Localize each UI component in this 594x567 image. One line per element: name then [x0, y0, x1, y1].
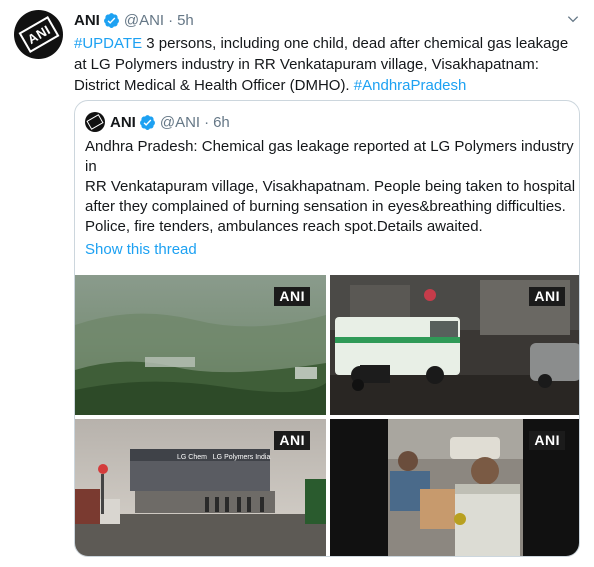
caret-down-icon[interactable] — [566, 12, 580, 26]
quoted-avatar — [85, 112, 105, 132]
quoted-text-line: in — [85, 158, 97, 175]
quoted-tweet-header: ANI @ANI · 6h — [85, 111, 230, 133]
quoted-tweet-text: Andhra Pradesh: Chemical gas leakage rep… — [85, 137, 575, 237]
media-photo-officer[interactable]: ANI — [330, 419, 579, 556]
quoted-tweet[interactable]: ANI @ANI · 6h Andhra Pradesh: Chemical g… — [74, 100, 580, 557]
timestamp[interactable]: 5h — [177, 12, 194, 29]
quoted-author-handle: @ANI — [159, 113, 201, 131]
hashtag-andhrapradesh[interactable]: #AndhraPradesh — [354, 77, 467, 94]
tweet-text: #UPDATE 3 persons, including one child, … — [74, 33, 580, 96]
separator-dot: · — [168, 11, 174, 29]
ani-watermark: ANI — [274, 431, 310, 450]
quoted-text-line: after they complained of burning sensati… — [85, 198, 566, 215]
quoted-text-line: RR Venkatapuram village, Visakhapatnam. … — [85, 178, 576, 195]
ani-watermark: ANI — [274, 287, 310, 306]
verified-badge-icon — [139, 114, 155, 130]
quoted-text-line: Police, fire tenders, ambulances reach s… — [85, 218, 483, 235]
author-handle[interactable]: @ANI — [124, 12, 164, 29]
quoted-ani-logo — [86, 114, 104, 130]
tweet-body: 3 persons, including one child, dead aft… — [74, 35, 569, 94]
media-photo-hillside[interactable]: ANI — [75, 275, 326, 415]
quoted-author-name: ANI — [110, 113, 136, 131]
avatar[interactable]: ANI — [14, 10, 63, 59]
hashtag-update[interactable]: #UPDATE — [74, 35, 142, 52]
ani-watermark: ANI — [529, 431, 565, 450]
quoted-timestamp: 6h — [213, 113, 230, 131]
show-thread-link[interactable]: Show this thread — [85, 241, 197, 258]
media-grid: ANI ANI LG Chem LG Polymers India ANI AN… — [75, 275, 579, 556]
tweet[interactable]: ANI ANI @ANI · 5h #UPDATE 3 persons, inc… — [0, 0, 594, 567]
media-photo-ambulance[interactable]: ANI — [330, 275, 579, 415]
author-name[interactable]: ANI — [74, 12, 100, 29]
building-sign: LG Chem LG Polymers India — [177, 454, 271, 461]
tweet-header: ANI @ANI · 5h — [74, 10, 194, 30]
ani-logo: ANI — [18, 16, 59, 53]
quoted-text-line: Andhra Pradesh: Chemical gas leakage rep… — [85, 138, 574, 155]
verified-badge-icon — [103, 12, 119, 28]
separator-dot: · — [204, 113, 210, 131]
ani-watermark: ANI — [529, 287, 565, 306]
media-photo-factory[interactable]: LG Chem LG Polymers India ANI — [75, 419, 326, 556]
